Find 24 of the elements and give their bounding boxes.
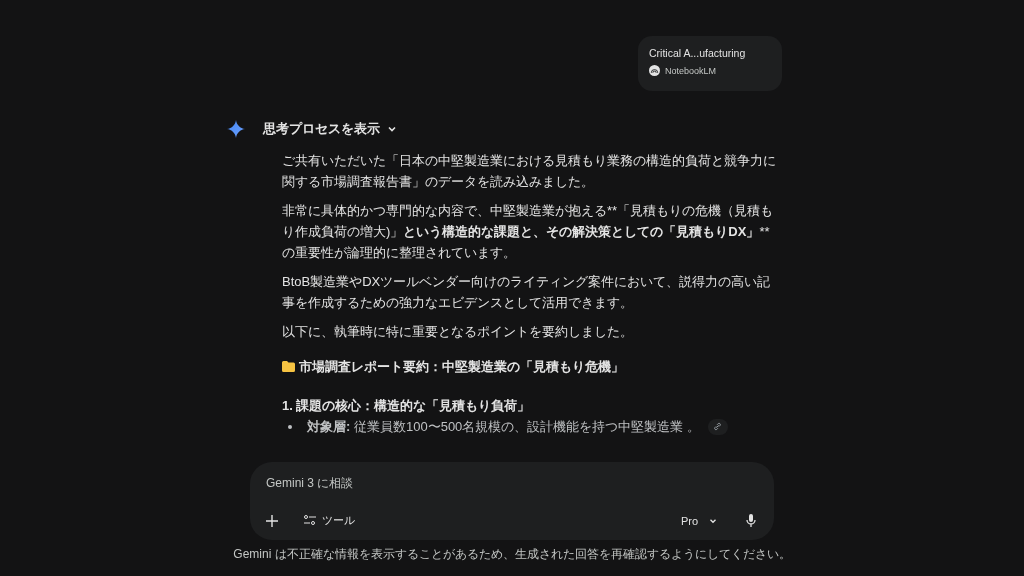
- folder-icon: [282, 361, 295, 372]
- subsection-title: 1. 課題の核心：構造的な「見積もり負荷」: [282, 397, 532, 415]
- prompt-input[interactable]: Gemini 3 に相談: [266, 476, 566, 490]
- attachment-source: NotebookLM: [665, 65, 717, 76]
- response-paragraph: BtoB製造業やDXツールベンダー向けのライティング案件において、説得力の高い記事を作成するための強力なエビデンスとして活用できます。: [282, 273, 772, 312]
- response-paragraph: ご共有いただいた「日本の中堅製造業における見積もり業務の構造的負荷と競争力に関する市場調査報告書」のデータを読み込みました。: [282, 152, 777, 191]
- response-paragraph: 非常に具体的かつ専門的な内容で、中堅製造業が抱える**「見積もりの危機（見積もり作成負荷の増大)」という構造的な課題と、その解決策としての「見積もりDX」**の重要性が論理的に整理されています。: [282, 202, 775, 262]
- disclaimer-text: Gemini は不正確な情報を表示することがあるため、生成された回答を再確認するようにしてください。: [232, 546, 792, 563]
- notebook-logo-icon: [649, 65, 660, 76]
- model-selector[interactable]: Pro: [676, 512, 722, 529]
- bullet-text: 対象層: 従業員数100〜500名規模の、設計機能を持つ中堅製造業 。: [307, 418, 700, 436]
- add-icon[interactable]: [266, 514, 278, 527]
- response-paragraph: 以下に、執筆時に特に重要となるポイントを要約しました。: [282, 323, 634, 341]
- attachment-card[interactable]: Critical A...ufacturing NotebookLM: [638, 36, 782, 91]
- microphone-icon[interactable]: [746, 514, 756, 527]
- link-icon: [713, 422, 723, 431]
- attachment-title: Critical A...ufacturing: [649, 47, 747, 59]
- tools-button[interactable]: ツール: [300, 511, 359, 530]
- sliders-icon: [304, 515, 316, 526]
- sparkle-icon: [227, 120, 245, 138]
- show-thinking-toggle[interactable]: 思考プロセスを表示: [263, 120, 380, 138]
- source-link-button[interactable]: [707, 418, 728, 435]
- bullet-icon: [288, 424, 292, 429]
- section-heading: 市場調査レポート要約：中堅製造業の「見積もり危機」: [299, 358, 624, 376]
